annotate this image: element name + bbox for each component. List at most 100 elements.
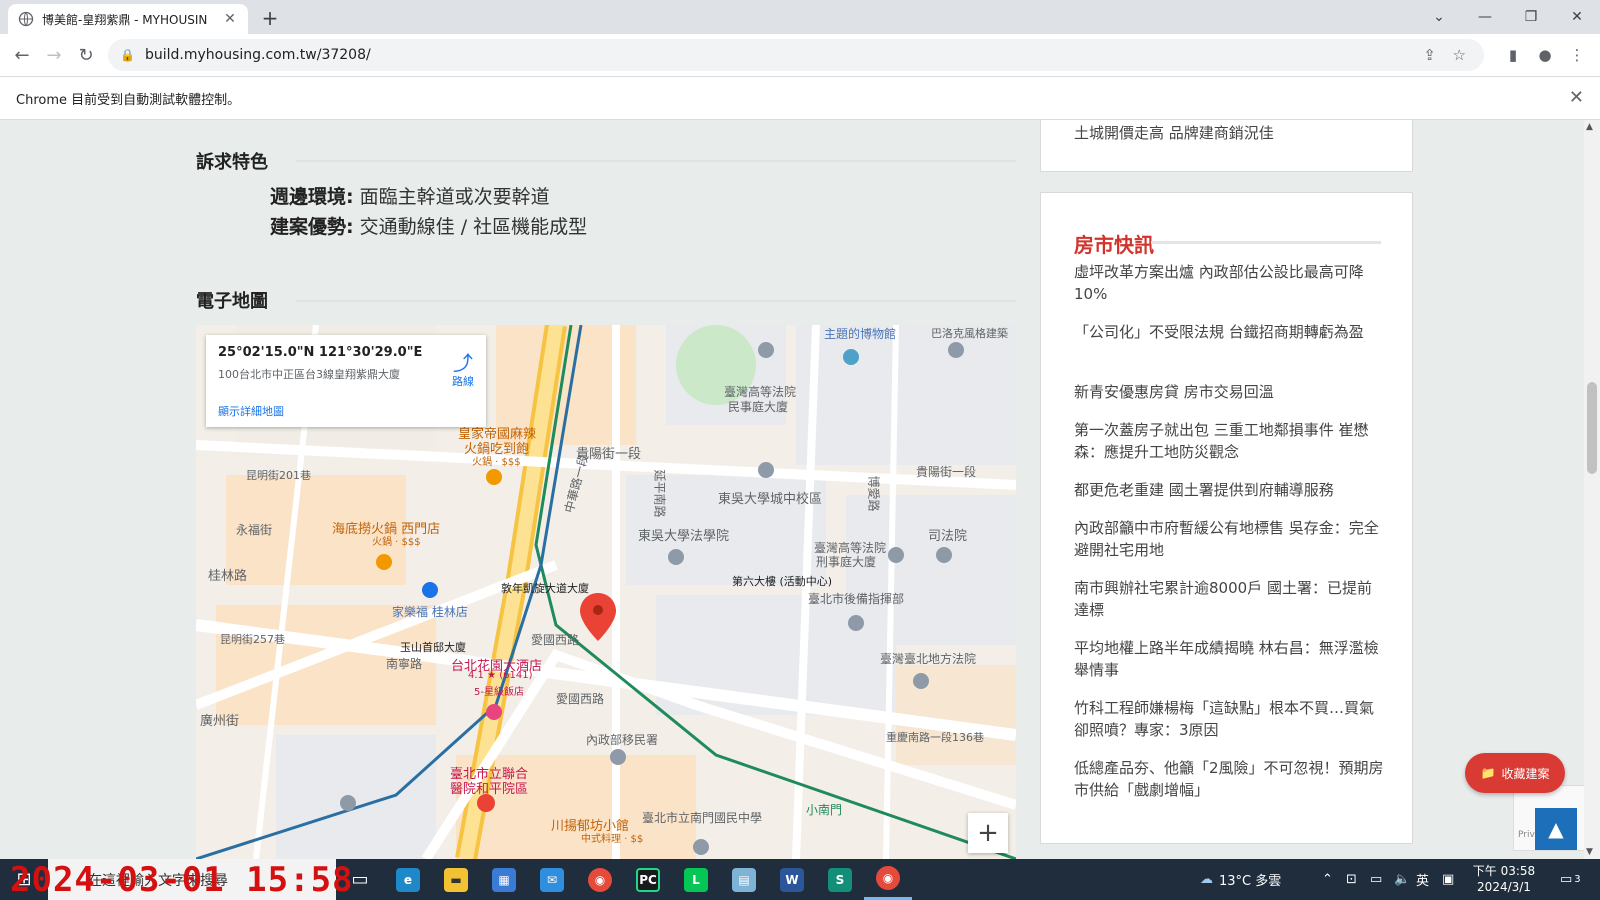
notification-icon: ▭ (1560, 872, 1573, 887)
address-bar[interactable]: 🔒 build.myhousing.com.tw/37208/ ⇪ ☆ (108, 39, 1484, 71)
scroll-down-icon[interactable]: ▼ (1586, 847, 1593, 857)
directions-label: 路線 (452, 375, 474, 388)
tray-device-icon[interactable]: ⊡ (1346, 859, 1357, 900)
map-label: 愛國西路 (556, 692, 605, 706)
close-window-button[interactable]: ✕ (1554, 0, 1600, 34)
map-label: 火鍋 · $$$ (372, 537, 421, 548)
tab-title: 博美館-皇翔紫鼎 - MYHOUSIN (42, 12, 208, 27)
cloud-icon: ☁ (1200, 872, 1213, 887)
chevron-up-icon: ▲ (1548, 817, 1564, 841)
news-item[interactable]: 平均地權上路半年成績揭曉 林右昌：無浮濫檢舉情事 (1074, 637, 1384, 681)
news-item[interactable]: 第一次蓋房子就出包 三重工地鄰損事件 崔懋森：應提升工地防災觀念 (1074, 419, 1384, 463)
news-item[interactable]: 虛坪改革方案出爐 內政部估公設比最高可降10% (1074, 261, 1384, 305)
map-label: 愛國西路 (531, 633, 580, 647)
news-item[interactable]: 新青安優惠房貸 房市交易回溫 (1074, 381, 1384, 403)
map-label: 火鍋 · $$$ (472, 457, 521, 468)
url-text: build.myhousing.com.tw/37208/ (144, 47, 371, 63)
forward-button[interactable]: → (40, 41, 68, 69)
new-tab-button[interactable]: + (258, 6, 282, 30)
directions-button[interactable]: ⤴ 路線 (452, 353, 474, 389)
scrollbar-thumb[interactable] (1587, 382, 1597, 474)
lock-icon: 🔒 (120, 48, 135, 62)
news-heading-divider (1151, 241, 1381, 244)
map-address: 100台北市中正區台3線皇翔紫鼎大廈 (218, 368, 400, 381)
back-to-top-button[interactable]: ▲ (1535, 808, 1577, 850)
profile-avatar-icon[interactable]: ● (1534, 44, 1556, 66)
map-label: 桂林路 (208, 569, 248, 584)
network-icon[interactable]: ▭ (1370, 859, 1382, 900)
map-label: 延平南路 (652, 469, 667, 518)
map-label: 民事庭大廈 (728, 400, 789, 414)
weather-widget[interactable]: ☁ 13°C 多雲 (1200, 859, 1281, 900)
news-widget: 房市快訊 虛坪改革方案出爐 內政部估公設比最高可降10% 「公司化」不受限法規 … (1040, 192, 1413, 844)
view-larger-map-link[interactable]: 顯示詳細地圖 (218, 403, 284, 419)
mail-app-icon[interactable]: ✉ (528, 859, 576, 900)
pycharm-app-icon[interactable]: PC (624, 859, 672, 900)
bookmark-star-icon[interactable]: ☆ (1453, 39, 1466, 71)
feature-label: 建案優勢: (270, 216, 354, 238)
menu-kebab-icon[interactable]: ⋮ (1566, 44, 1588, 66)
scroll-up-icon[interactable]: ▲ (1586, 122, 1593, 132)
news-item[interactable]: 內政部籲中市府暫緩公有地標售 吳存金：完全避開社宅用地 (1074, 517, 1384, 561)
taskbar-clock[interactable]: 下午 03:58 2024/3/1 (1464, 863, 1544, 895)
map-label: 昆明街201巷 (246, 469, 311, 482)
notification-center-icon[interactable]: ▭ 3 (1560, 859, 1581, 900)
word-app-icon[interactable]: W (768, 859, 816, 900)
feature-row-advantage: 建案優勢: 交通動線佳 / 社區機能成型 (270, 212, 587, 239)
chrome-app-icon[interactable]: ◉ (576, 859, 624, 900)
map-label: 臺北市立南門國民中學 (642, 811, 763, 825)
news-item[interactable]: 都更危老重建 國土署提供到府輔導服務 (1074, 479, 1384, 501)
collect-label: 收藏建案 (1501, 766, 1550, 781)
maximize-button[interactable]: ❐ (1508, 0, 1554, 34)
weather-text: 13°C 多雲 (1219, 874, 1282, 889)
ime-indicator[interactable]: 英 (1416, 859, 1429, 900)
map-heading: 電子地圖 (196, 291, 268, 312)
news-heading: 房市快訊 (1074, 233, 1154, 257)
embedded-map[interactable]: 主題的博物館 巴洛克風格建築 臺灣高等法院 民事庭大廈 貴陽街一段 皇家帝國麻辣… (196, 325, 1016, 859)
zoom-in-button[interactable]: + (968, 813, 1008, 853)
edge-app-icon[interactable]: e (384, 859, 432, 900)
file-explorer-icon[interactable]: ▬ (432, 859, 480, 900)
notification-count: 3 (1574, 874, 1581, 885)
map-label: 內政部移民署 (586, 733, 659, 747)
map-label: 玉山首邸大廈 (400, 641, 466, 654)
news-item[interactable]: 低總產品夯、他籲「2風險」不可忽視！預期房市供給「戲劇增幅」 (1074, 757, 1384, 801)
script-app-icon[interactable]: S (816, 859, 864, 900)
map-label: 臺灣臺北地方法院 (880, 652, 977, 666)
clock-time: 下午 03:58 (1472, 864, 1536, 878)
store-app-icon[interactable]: ▦ (480, 859, 528, 900)
tab-search-icon[interactable]: ⌄ (1416, 0, 1462, 34)
map-label: 中式料理 · $$ (581, 834, 644, 845)
tab-close-icon[interactable]: ✕ (222, 11, 238, 27)
map-label: 昆明街257巷 (220, 633, 285, 646)
feature-value: 交通動線佳 / 社區機能成型 (359, 216, 588, 238)
back-button[interactable]: ← (8, 41, 36, 69)
map-label: 5-星級飯店 (474, 687, 524, 698)
browser-tab[interactable]: 博美館-皇翔紫鼎 - MYHOUSIN ✕ (8, 4, 248, 34)
sidebar-news-link[interactable]: 土城開價走高 品牌建商銷況佳 (1074, 122, 1274, 143)
features-heading: 訴求特色 (196, 152, 268, 173)
ime-mode-icon[interactable]: ▣ (1442, 859, 1454, 900)
volume-icon[interactable]: 🔈 (1394, 859, 1410, 900)
map-label: 巴洛克風格建築 (931, 327, 1008, 340)
line-app-icon[interactable]: L (672, 859, 720, 900)
map-label: 貴陽街一段 (916, 465, 977, 479)
news-item[interactable]: 南市興辦社宅累計逾8000戶 國土署：已提前達標 (1074, 577, 1384, 621)
tray-chevron-icon[interactable]: ⌃ (1322, 859, 1333, 900)
page-scrollbar[interactable]: ▲ ▼ (1584, 120, 1600, 859)
browser-toolbar: ← → ↻ 🔒 build.myhousing.com.tw/37208/ ⇪ … (0, 34, 1600, 76)
share-icon[interactable]: ⇪ (1423, 39, 1436, 71)
map-label: 4.1 ★ (6141) (468, 670, 533, 681)
tab-strip: 博美館-皇翔紫鼎 - MYHOUSIN ✕ + ⌄ — ❐ ✕ (0, 0, 1600, 34)
news-item[interactable]: 竹科工程師嫌楊梅「這缺點」根本不買…買氣卻照噴？專家：3原因 (1074, 697, 1384, 741)
map-divider (296, 300, 1016, 302)
reload-button[interactable]: ↻ (72, 41, 100, 69)
notes-app-icon[interactable]: ▤ (720, 859, 768, 900)
minimize-button[interactable]: — (1462, 0, 1508, 34)
news-item[interactable]: 「公司化」不受限法規 台鐵招商期轉虧為盈 (1074, 321, 1384, 343)
map-label: 東吳大學法學院 (638, 529, 730, 544)
collect-project-button[interactable]: 📁 收藏建案 (1465, 753, 1565, 793)
chrome-active-app-icon[interactable]: ◉ (864, 859, 912, 900)
side-panel-icon[interactable]: ▮ (1502, 44, 1524, 66)
infobar-close-icon[interactable]: ✕ (1569, 87, 1584, 108)
